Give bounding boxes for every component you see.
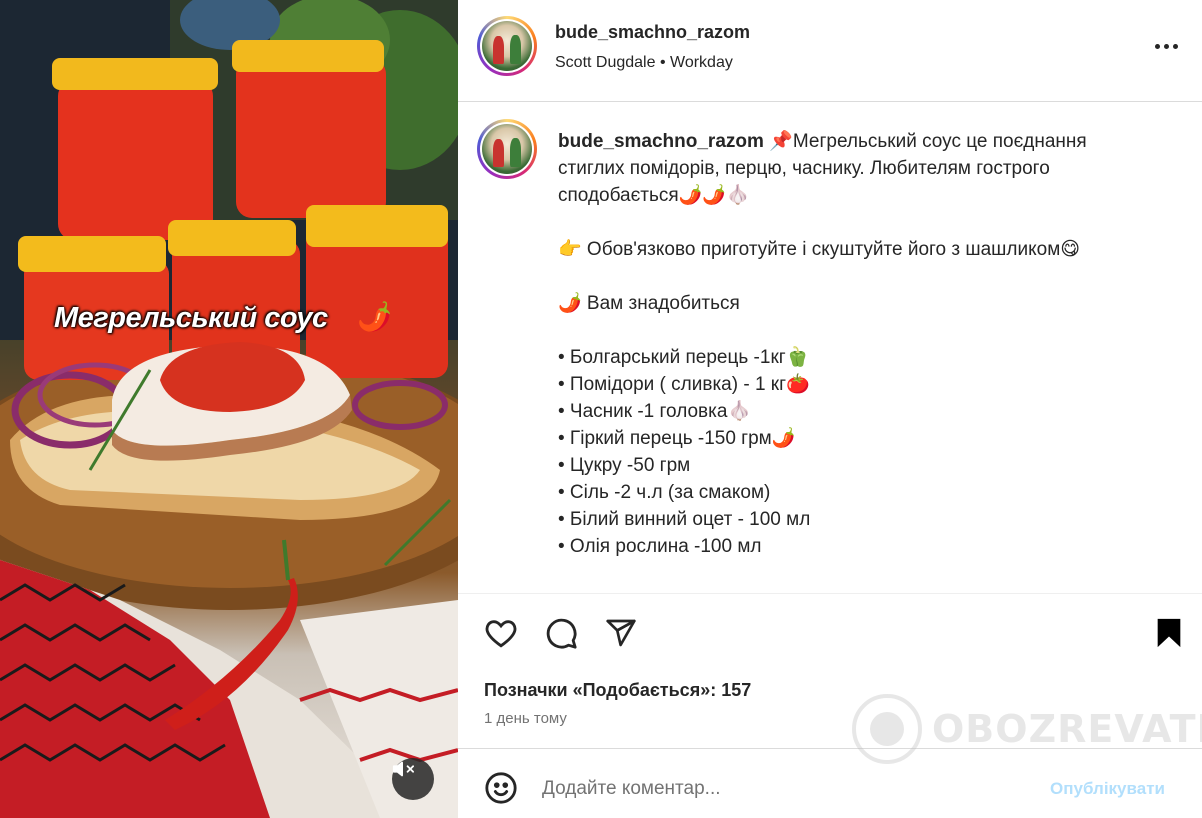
ingredient-item: • Олія рослина -100 мл (558, 536, 762, 557)
caption-area[interactable]: bude_smachno_razom 📌Мегрельський соус це… (458, 103, 1202, 593)
ingredient-item: • Часник -1 головка🧄 (558, 401, 752, 422)
caption-line: 👉 Обов'язково приготуйте і скуштуйте йог… (558, 239, 1081, 260)
ingredient-item: • Сіль -2 ч.л (за смаком) (558, 482, 771, 503)
ingredient-item: • Білий винний оцет - 100 мл (558, 509, 811, 530)
audio-attribution[interactable]: Scott Dugdale • Workday (555, 54, 733, 72)
caption-line: стиглих помідорів, перцю, часнику. Любит… (558, 158, 1050, 179)
post-media[interactable]: Мегрельський соус 🌶️ (0, 0, 458, 818)
food-photo (0, 0, 458, 818)
media-overlay-title: Мегрельський соус (54, 302, 328, 334)
post-timestamp[interactable]: 1 день тому (484, 710, 567, 727)
speaker-muted-icon[interactable] (392, 758, 434, 800)
heart-icon[interactable] (482, 614, 520, 652)
more-options-icon[interactable] (1150, 34, 1182, 58)
caption-username[interactable]: bude_smachno_razom (558, 131, 764, 152)
post-panel: bude_smachno_razom Scott Dugdale • Workd… (458, 0, 1202, 818)
ingredient-item: • Гіркий перець -150 грм🌶️ (558, 428, 796, 449)
comment-bar: Опублікувати (458, 748, 1202, 818)
avatar[interactable] (477, 16, 537, 76)
caption-line: 🌶️ Вам знадобиться (558, 293, 740, 314)
author-username[interactable]: bude_smachno_razom (555, 22, 750, 43)
smiley-icon[interactable] (482, 769, 520, 807)
ingredient-item: • Помідори ( сливка) - 1 кг🍅 (558, 374, 810, 395)
bookmark-icon[interactable] (1150, 614, 1188, 652)
caption-line: 📌Мегрельський соус це поєднання (769, 131, 1087, 152)
chili-pepper-icon: 🌶️ (357, 301, 392, 332)
post-actions: Позначки «Подобається»: 157 1 день тому (458, 593, 1202, 748)
publish-button[interactable]: Опублікувати (1050, 779, 1165, 799)
post-header: bude_smachno_razom Scott Dugdale • Workd… (458, 0, 1202, 102)
ingredient-item: • Болгарський перець -1кг🫑 (558, 347, 810, 368)
comment-input[interactable] (542, 775, 1022, 803)
caption-avatar[interactable] (477, 119, 537, 179)
comment-icon[interactable] (542, 614, 580, 652)
post-caption: bude_smachno_razom 📌Мегрельський соус це… (558, 128, 1178, 560)
send-icon[interactable] (602, 614, 640, 652)
caption-line: сподобається🌶️🌶️🧄 (558, 185, 750, 206)
ingredient-item: • Цукру -50 грм (558, 455, 691, 476)
likes-count[interactable]: Позначки «Подобається»: 157 (484, 680, 751, 701)
